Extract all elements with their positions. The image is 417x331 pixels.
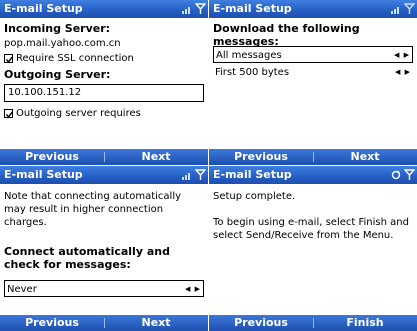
status-icons: [391, 2, 415, 16]
panel-incoming-server: E-mail Setup Incoming Server: pop.mail.y…: [0, 0, 208, 165]
form-content: Incoming Server: pop.mail.yahoo.com.cn R…: [4, 20, 204, 148]
connect-frequency-picker[interactable]: Never ◀ ▶: [4, 280, 204, 297]
next-button[interactable]: Next: [104, 149, 208, 165]
panel-setup-complete: E-mail Setup Setup complete. To begin us…: [209, 166, 417, 331]
download-option-label: All messages: [216, 50, 282, 61]
download-option-selected[interactable]: All messages ◀ ▶: [213, 46, 413, 63]
title-bar: E-mail Setup: [209, 166, 417, 184]
connect-frequency-value: Never: [7, 284, 37, 295]
window-title: E-mail Setup: [213, 2, 292, 15]
previous-button[interactable]: Previous: [0, 315, 104, 331]
window-title: E-mail Setup: [4, 168, 83, 181]
status-icons: [182, 2, 206, 16]
status-icons: [391, 168, 415, 182]
ssl-checkbox[interactable]: [4, 54, 14, 63]
softkey-bar: Previous Next: [209, 149, 417, 165]
antenna-icon: [404, 169, 415, 180]
checkmark-icon: [5, 56, 14, 63]
connection-charges-note: Note that connecting automatically may r…: [4, 191, 182, 228]
antenna-icon: [404, 3, 415, 14]
outgoing-server-label: Outgoing Server:: [4, 68, 111, 81]
left-right-arrows-icon: ◀ ▶: [185, 285, 201, 293]
softkey-bar: Previous Next: [0, 315, 208, 331]
checkmark-icon: [5, 111, 14, 118]
ssl-checkbox-row[interactable]: Require SSL connection: [4, 53, 134, 64]
setup-complete-text: Setup complete.: [213, 191, 296, 202]
left-right-arrows-icon: ◀ ▶: [395, 68, 411, 76]
incoming-server-label: Incoming Server:: [4, 22, 111, 35]
setup-instructions: To begin using e-mail, select Finish and…: [213, 217, 409, 241]
window-title: E-mail Setup: [4, 2, 83, 15]
outgoing-auth-checkbox[interactable]: [4, 109, 14, 118]
softkey-bar: Previous Finish: [209, 315, 417, 331]
previous-button[interactable]: Previous: [209, 149, 313, 165]
left-right-arrows-icon: ◀ ▶: [394, 51, 410, 59]
signal-icon: [182, 173, 190, 180]
title-bar: E-mail Setup: [0, 0, 208, 18]
signal-icon: [391, 7, 399, 14]
ssl-checkbox-label: Require SSL connection: [16, 53, 134, 64]
outgoing-auth-label: Outgoing server requires: [16, 108, 141, 119]
title-bar: E-mail Setup: [209, 0, 417, 18]
form-content: Download the following messages: All mes…: [213, 20, 413, 148]
title-bar: E-mail Setup: [0, 166, 208, 184]
antenna-icon: [195, 169, 206, 180]
download-option[interactable]: First 500 bytes ◀ ▶: [213, 64, 413, 81]
outgoing-server-field[interactable]: 10.100.151.12: [4, 84, 204, 102]
next-button[interactable]: Next: [313, 149, 417, 165]
previous-button[interactable]: Previous: [209, 315, 313, 331]
finish-button[interactable]: Finish: [313, 315, 417, 331]
next-button[interactable]: Next: [104, 315, 208, 331]
download-heading: Download the following messages:: [213, 22, 360, 48]
form-content: Note that connecting automatically may r…: [4, 186, 204, 314]
download-option-label: First 500 bytes: [215, 67, 290, 78]
panel-download-messages: E-mail Setup Download the following mess…: [209, 0, 417, 165]
panel-connect-automatically: E-mail Setup Note that connecting automa…: [0, 166, 208, 331]
sync-icon: [391, 170, 401, 180]
connect-automatically-label: Connect automatically and check for mess…: [4, 245, 170, 271]
signal-icon: [182, 7, 190, 14]
antenna-icon: [195, 3, 206, 14]
softkey-bar: Previous Next: [0, 149, 208, 165]
previous-button[interactable]: Previous: [0, 149, 104, 165]
window-title: E-mail Setup: [213, 168, 292, 181]
incoming-server-value: pop.mail.yahoo.com.cn: [4, 38, 121, 49]
status-icons: [182, 168, 206, 182]
outgoing-auth-checkbox-row[interactable]: Outgoing server requires: [4, 108, 141, 119]
form-content: Setup complete. To begin using e-mail, s…: [213, 186, 413, 314]
